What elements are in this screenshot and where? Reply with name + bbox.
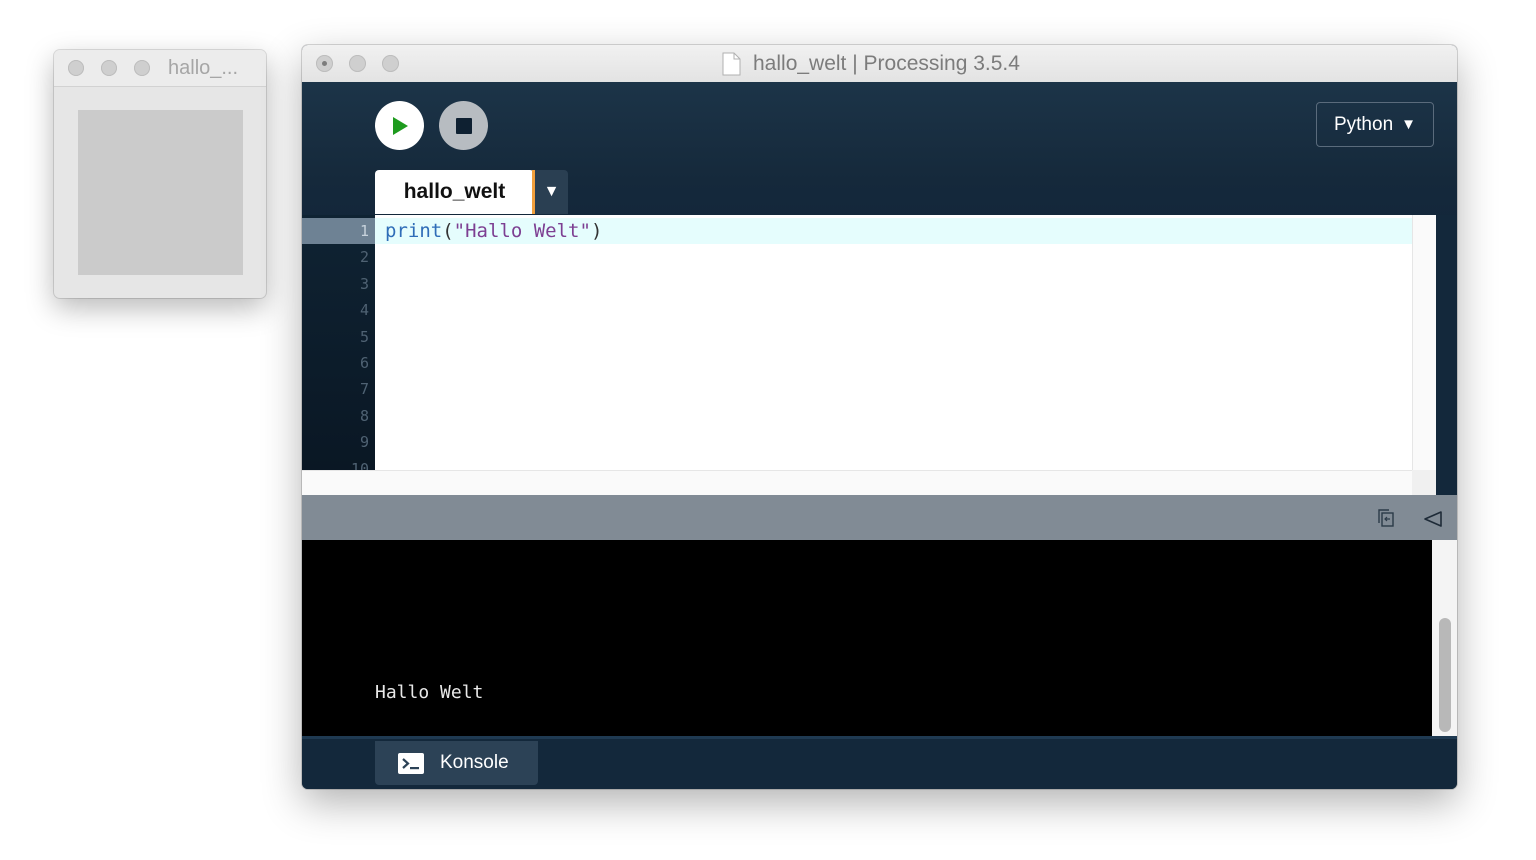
minimize-button[interactable] xyxy=(349,55,366,72)
tab-label: hallo_welt xyxy=(403,180,506,203)
tab-menu-button[interactable]: ▼ xyxy=(535,170,568,214)
line-number: 4 xyxy=(359,301,369,319)
zoom-button[interactable] xyxy=(382,55,399,72)
code-paren-open: ( xyxy=(442,220,454,242)
stop-button[interactable] xyxy=(439,101,488,150)
line-number: 3 xyxy=(359,275,369,293)
line-number: 8 xyxy=(359,407,369,425)
zoom-button[interactable] xyxy=(134,60,150,76)
chevron-down-icon: ▼ xyxy=(1401,116,1416,133)
document-icon xyxy=(722,52,741,76)
mode-selector[interactable]: Python ▼ xyxy=(1316,102,1434,147)
terminal-icon xyxy=(398,752,424,774)
footer-bar: Konsole xyxy=(302,736,1457,789)
code-editor[interactable]: print("Hallo Welt") xyxy=(375,215,1436,470)
play-icon xyxy=(392,116,408,135)
line-number: 6 xyxy=(359,354,369,372)
main-titlebar[interactable]: hallo_welt | Processing 3.5.4 xyxy=(302,45,1457,83)
line-number: 1 xyxy=(359,222,369,240)
line-number: 2 xyxy=(359,248,369,266)
sketch-window-title: hallo_... xyxy=(168,57,239,79)
run-button[interactable] xyxy=(375,101,424,150)
console-output-text: Hallo Welt xyxy=(375,682,484,703)
line-number: 9 xyxy=(359,433,369,451)
scrollbar-corner xyxy=(1412,470,1436,495)
copy-icon[interactable] xyxy=(1376,508,1396,528)
sketch-canvas xyxy=(78,110,243,275)
collapse-triangle-icon[interactable] xyxy=(1423,509,1443,529)
konsole-tab-label: Konsole xyxy=(440,752,509,773)
sketch-titlebar[interactable]: hallo_... xyxy=(54,50,266,87)
line-number: 5 xyxy=(359,328,369,346)
code-paren-close: ) xyxy=(590,220,603,242)
editor-right-margin xyxy=(1436,215,1457,495)
close-button[interactable] xyxy=(316,55,333,72)
tab-hallo-welt[interactable]: hallo_welt xyxy=(375,170,534,214)
console-scrollbar-thumb[interactable] xyxy=(1439,618,1451,732)
tab-konsole[interactable]: Konsole xyxy=(375,741,538,785)
console-output[interactable]: Hallo Welt xyxy=(302,540,1432,736)
editor-horizontal-scrollbar[interactable] xyxy=(302,470,1436,496)
editor-area: 1 2 3 4 5 6 7 8 9 10 print("Hallo Welt") xyxy=(302,215,1457,496)
mode-label: Python xyxy=(1333,113,1394,135)
minimize-button[interactable] xyxy=(101,60,117,76)
chevron-down-icon: ▼ xyxy=(543,183,560,200)
close-button[interactable] xyxy=(68,60,84,76)
processing-window: hallo_welt | Processing 3.5.4 Python ▼ h… xyxy=(302,45,1457,789)
line-number-gutter: 1 2 3 4 5 6 7 8 9 10 xyxy=(302,215,375,470)
stop-icon xyxy=(455,117,472,134)
console-scrollbar[interactable] xyxy=(1432,540,1457,736)
code-string: "Hallo Welt" xyxy=(453,220,591,242)
sketch-window: hallo_... xyxy=(54,50,266,298)
editor-vertical-scrollbar[interactable] xyxy=(1412,215,1437,470)
line-number: 10 xyxy=(350,460,369,470)
unsaved-dot-icon xyxy=(322,61,327,66)
code-line[interactable]: print("Hallo Welt") xyxy=(385,218,602,244)
line-number: 7 xyxy=(359,380,369,398)
code-keyword: print xyxy=(385,220,443,242)
console-header xyxy=(302,495,1457,540)
window-title: hallo_welt | Processing 3.5.4 xyxy=(753,52,1020,75)
